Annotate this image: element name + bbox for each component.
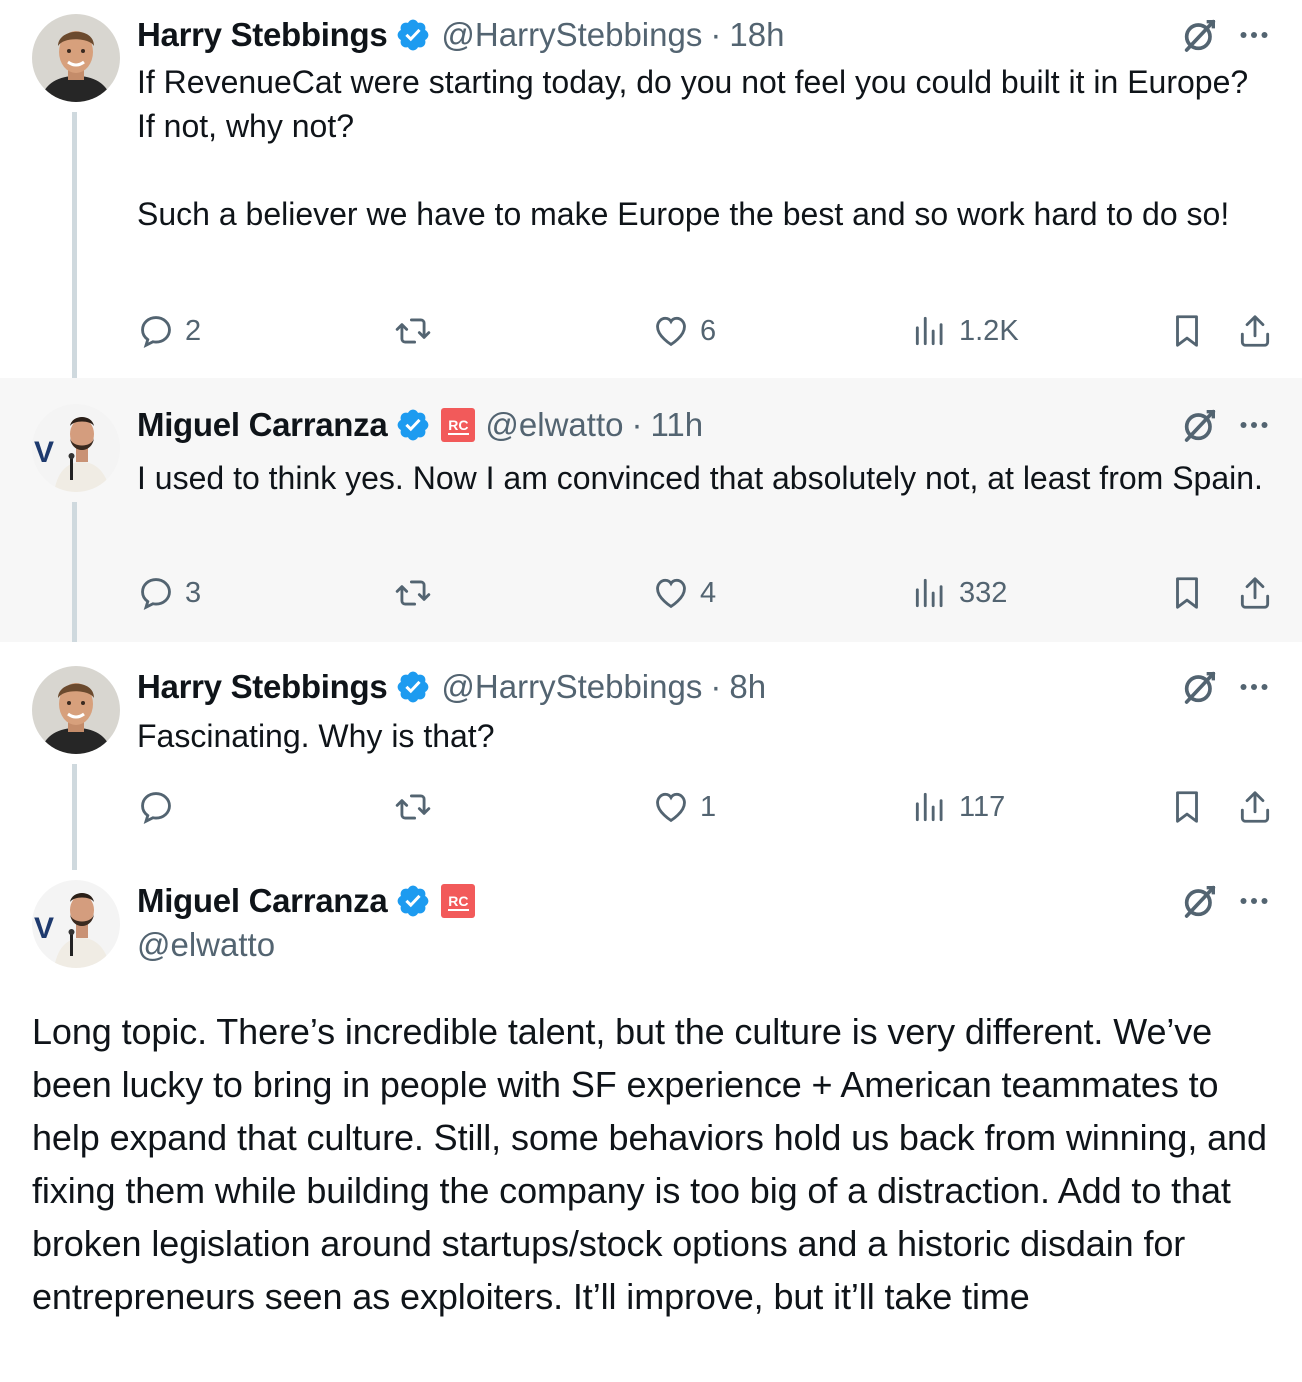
retweet-icon	[394, 312, 432, 350]
like-count: 6	[700, 314, 717, 347]
tweet[interactable]: Harry Stebbings @HarryStebbings · 18h If…	[0, 0, 1302, 378]
share-icon	[1236, 312, 1274, 350]
user-handle[interactable]: @elwatto	[485, 405, 623, 445]
retweet-button[interactable]	[394, 573, 442, 613]
share-button[interactable]	[1236, 311, 1274, 351]
verified-badge-icon[interactable]	[395, 17, 431, 53]
more-icon[interactable]	[1236, 669, 1272, 705]
like-button[interactable]: 1	[652, 787, 716, 827]
like-icon	[652, 788, 690, 826]
reply-count: 2	[185, 314, 202, 347]
bookmark-icon	[1168, 574, 1206, 612]
grok-icon[interactable]	[1180, 405, 1220, 445]
share-icon	[1236, 788, 1274, 826]
tweet-header: Harry Stebbings @HarryStebbings · 18h	[137, 15, 784, 55]
grok-icon[interactable]	[1180, 667, 1220, 707]
tweet-actions: 3 4 332	[137, 573, 1277, 613]
grok-icon[interactable]	[1180, 15, 1220, 55]
avatar[interactable]	[32, 404, 120, 492]
conversation-thread: Harry Stebbings @HarryStebbings · 18h If…	[0, 0, 1302, 1382]
like-button[interactable]: 6	[652, 311, 716, 351]
grok-icon[interactable]	[1180, 881, 1220, 921]
display-name[interactable]: Harry Stebbings	[137, 667, 388, 707]
views-button[interactable]: 117	[911, 787, 1005, 827]
avatar[interactable]	[32, 666, 120, 754]
tweet-text: If RevenueCat were starting today, do yo…	[137, 64, 1249, 232]
tweet-actions: 1 117	[137, 787, 1277, 827]
reply-button[interactable]: 3	[137, 573, 201, 613]
tweet-header: Miguel Carranza RC	[137, 881, 476, 921]
reply-button[interactable]	[137, 787, 185, 827]
retweet-icon	[394, 574, 432, 612]
tweet-header: Harry Stebbings @HarryStebbings · 8h	[137, 667, 766, 707]
display-name[interactable]: Miguel Carranza	[137, 881, 388, 921]
views-icon	[911, 574, 949, 612]
share-icon	[1236, 574, 1274, 612]
thread-connector-line	[72, 112, 77, 378]
tweet-actions: 2 6 1.2K	[137, 311, 1277, 351]
bookmark-icon	[1168, 788, 1206, 826]
more-icon[interactable]	[1236, 17, 1272, 53]
separator-dot: ·	[631, 406, 643, 443]
user-handle[interactable]: @HarryStebbings	[441, 667, 702, 707]
tweet-text: Fascinating. Why is that?	[137, 718, 495, 754]
share-button[interactable]	[1236, 573, 1274, 613]
verified-badge-icon[interactable]	[395, 407, 431, 443]
separator-dot: ·	[710, 668, 722, 705]
share-button[interactable]	[1236, 787, 1274, 827]
views-icon	[911, 312, 949, 350]
thread-connector-line	[72, 764, 77, 870]
display-name[interactable]: Miguel Carranza	[137, 405, 388, 445]
avatar-image	[32, 880, 120, 968]
tweet[interactable]: Miguel Carranza RC @elwatto · 11h I used…	[0, 378, 1302, 642]
reply-button[interactable]: 2	[137, 311, 201, 351]
bookmark-button[interactable]	[1168, 573, 1206, 613]
timestamp[interactable]: 18h	[729, 15, 784, 55]
avatar-image	[32, 14, 120, 102]
tweet-text: I used to think yes. Now I am convinced …	[137, 460, 1263, 496]
views-button[interactable]: 1.2K	[911, 311, 1019, 351]
display-name[interactable]: Harry Stebbings	[137, 15, 388, 55]
bookmark-button[interactable]	[1168, 311, 1206, 351]
reply-count: 3	[185, 576, 202, 609]
affiliation-badge[interactable]: RC	[441, 408, 476, 442]
verified-badge-icon[interactable]	[395, 669, 431, 705]
affiliation-badge[interactable]: RC	[441, 884, 476, 918]
tweet-header: Miguel Carranza RC @elwatto · 11h	[137, 405, 703, 445]
avatar[interactable]	[32, 880, 120, 968]
bookmark-icon	[1168, 312, 1206, 350]
timestamp[interactable]: 11h	[650, 405, 703, 445]
verified-badge-icon[interactable]	[395, 883, 431, 919]
timestamp[interactable]: 8h	[729, 667, 766, 707]
avatar-image	[32, 404, 120, 492]
tweet-text: Long topic. There’s incredible talent, b…	[32, 1011, 1277, 1317]
bookmark-button[interactable]	[1168, 787, 1206, 827]
more-icon[interactable]	[1236, 883, 1272, 919]
like-icon	[652, 574, 690, 612]
views-button[interactable]: 332	[911, 573, 1007, 613]
like-icon	[652, 312, 690, 350]
avatar-image	[32, 666, 120, 754]
more-icon[interactable]	[1236, 407, 1272, 443]
views-count: 117	[959, 790, 1006, 823]
views-count: 332	[959, 576, 1008, 609]
retweet-button[interactable]	[394, 311, 442, 351]
reply-icon	[137, 312, 175, 350]
tweet[interactable]: Harry Stebbings @HarryStebbings · 8h Fas…	[0, 642, 1302, 870]
user-handle[interactable]: @elwatto	[137, 925, 275, 965]
user-handle[interactable]: @HarryStebbings	[441, 15, 702, 55]
avatar[interactable]	[32, 14, 120, 102]
retweet-button[interactable]	[394, 787, 442, 827]
separator-dot: ·	[710, 16, 722, 53]
reply-icon	[137, 788, 175, 826]
retweet-icon	[394, 788, 432, 826]
reply-icon	[137, 574, 175, 612]
views-count: 1.2K	[959, 314, 1019, 347]
like-button[interactable]: 4	[652, 573, 716, 613]
thread-connector-line	[72, 502, 77, 642]
views-icon	[911, 788, 949, 826]
like-count: 1	[700, 790, 717, 823]
like-count: 4	[700, 576, 717, 609]
